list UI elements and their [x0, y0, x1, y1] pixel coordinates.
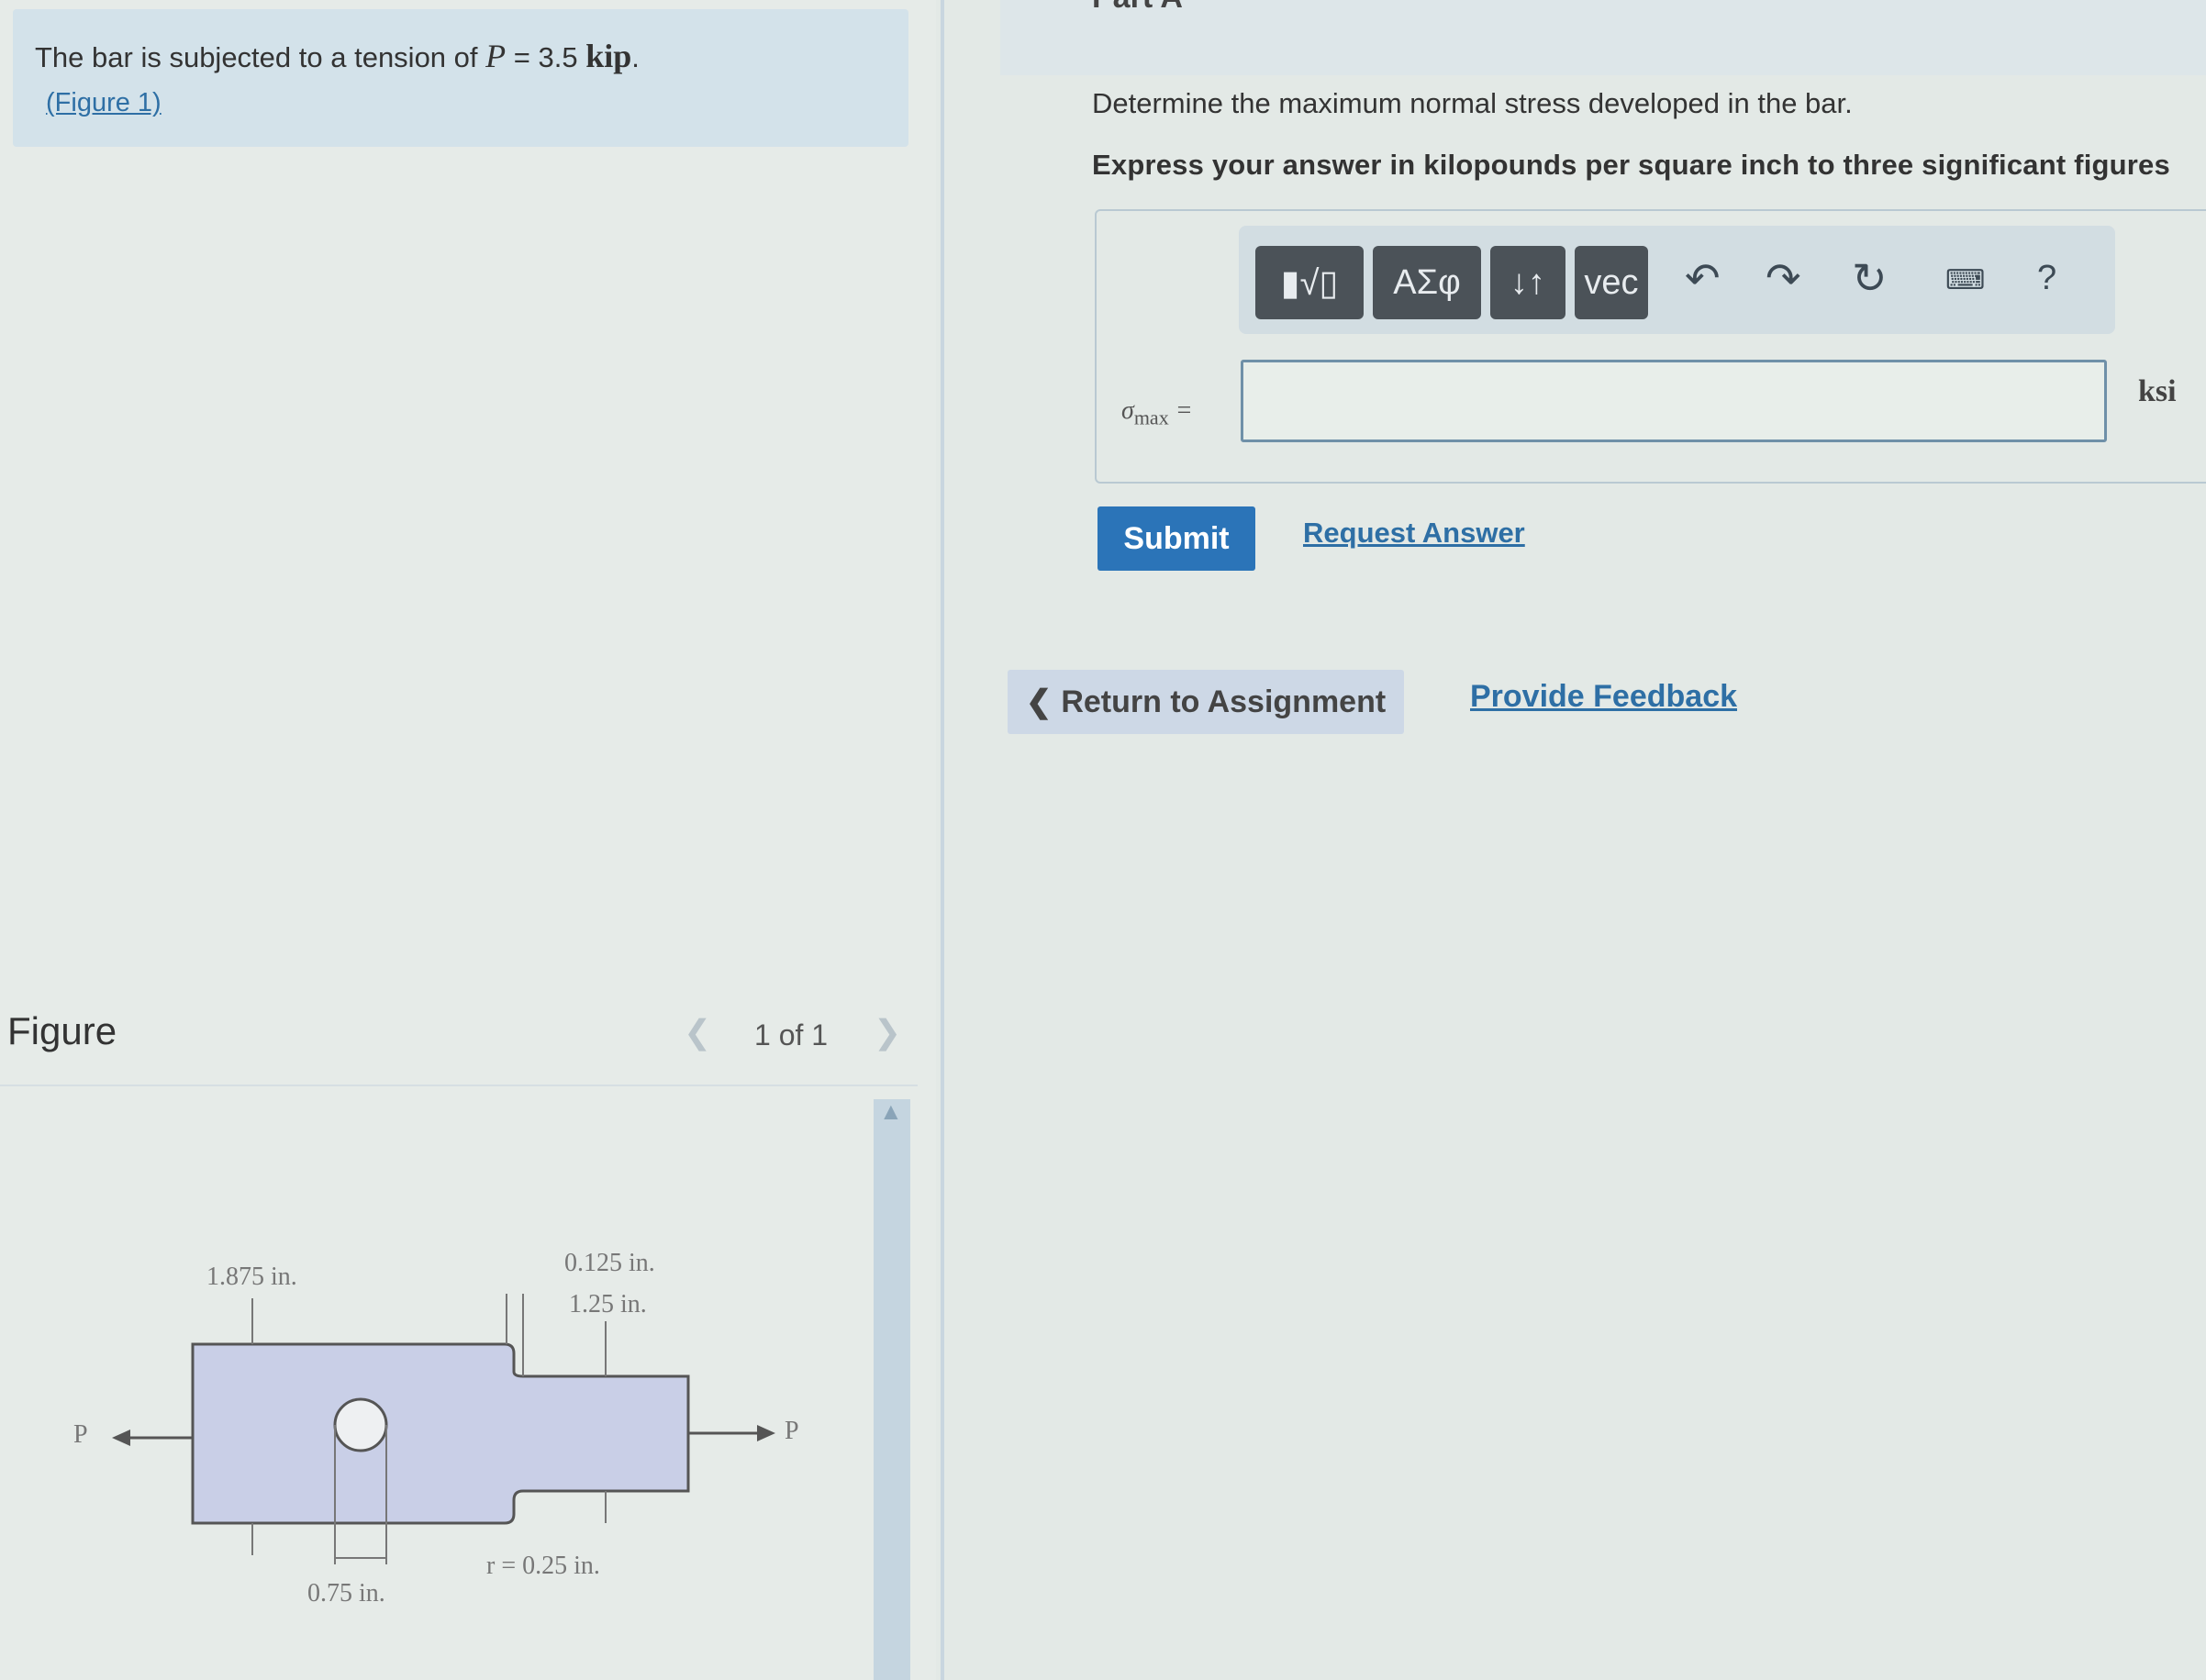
bar-outline — [191, 1342, 690, 1525]
dim-top-small-label: 0.125 in. — [564, 1249, 655, 1277]
question-text: Determine the maximum normal stress deve… — [1092, 87, 1853, 119]
vector-button[interactable]: vec — [1575, 246, 1648, 319]
provide-feedback-link[interactable]: Provide Feedback — [1470, 679, 1737, 715]
undo-icon[interactable]: ↶ — [1685, 253, 1721, 303]
left-load-arrowhead — [112, 1430, 130, 1446]
answer-label-equals: = — [1168, 396, 1193, 425]
figure-link[interactable]: (Figure 1) — [46, 88, 162, 118]
problem-statement — [13, 9, 908, 147]
instruction-text: Express your answer in kilopounds per sq… — [1092, 149, 2170, 181]
load-unit: kip — [585, 38, 632, 74]
next-figure-icon[interactable]: ❯ — [874, 1013, 901, 1051]
prompt-text-start: The bar is subjected to a tension of — [35, 41, 478, 73]
figure-pager: 1 of 1 — [754, 1018, 829, 1051]
part-title: Part A — [1092, 0, 1183, 16]
return-to-assignment-button[interactable]: ❮ Return to Assignment — [1008, 670, 1404, 734]
previous-figure-icon[interactable]: ❮ — [684, 1013, 711, 1051]
help-icon[interactable]: ? — [2037, 259, 2056, 298]
fillet-radius-label: r = 0.25 in. — [486, 1552, 600, 1580]
figure-scrollbar[interactable] — [874, 1099, 910, 1680]
figure-divider — [0, 1085, 918, 1086]
load-left-label: P — [73, 1420, 88, 1449]
request-answer-link[interactable]: Request Answer — [1303, 517, 1525, 550]
return-label: Return to Assignment — [1061, 684, 1387, 719]
redo-icon[interactable]: ↷ — [1766, 253, 1801, 303]
scroll-up-icon[interactable]: ▲ — [879, 1097, 903, 1126]
panel-divider — [941, 0, 944, 1680]
keyboard-icon[interactable]: ⌨ — [1945, 264, 1985, 296]
problem-text: The bar is subjected to a tension of P =… — [35, 37, 640, 75]
dim-top-label: 1.25 in. — [569, 1290, 647, 1318]
arrows-button[interactable]: ↓↑ — [1490, 246, 1565, 319]
answer-label-symbol: σ — [1121, 396, 1134, 425]
answer-label-subscript: max — [1133, 406, 1169, 429]
math-toolbar: ▮√▯ ΑΣφ ↓↑ vec ↶ ↷ ↻ ⌨ ? — [1239, 226, 2115, 334]
load-variable: P — [485, 38, 507, 74]
bar-diagram: 1.875 in. 0.125 in. 1.25 in. 0.75 in. r … — [73, 1249, 799, 1608]
hole-diameter-label: 0.75 in. — [307, 1579, 385, 1608]
answer-label: σmax = — [1121, 396, 1193, 430]
reset-icon[interactable]: ↻ — [1852, 253, 1888, 303]
prompt-end: . — [631, 41, 640, 73]
submit-button[interactable]: Submit — [1097, 506, 1255, 571]
figure-title: Figure — [7, 1009, 117, 1052]
template-button[interactable]: ▮√▯ — [1255, 246, 1364, 319]
answer-input[interactable] — [1241, 360, 2107, 442]
chevron-left-icon: ❮ — [1025, 684, 1053, 719]
greek-symbols-button[interactable]: ΑΣφ — [1373, 246, 1481, 319]
dim-left-label: 1.875 in. — [206, 1263, 297, 1291]
load-right-label: P — [785, 1417, 799, 1445]
hole — [333, 1397, 388, 1452]
load-equals: = 3.5 — [506, 41, 586, 73]
right-load-arrowhead — [757, 1425, 775, 1441]
answer-unit: ksi — [2138, 374, 2177, 408]
